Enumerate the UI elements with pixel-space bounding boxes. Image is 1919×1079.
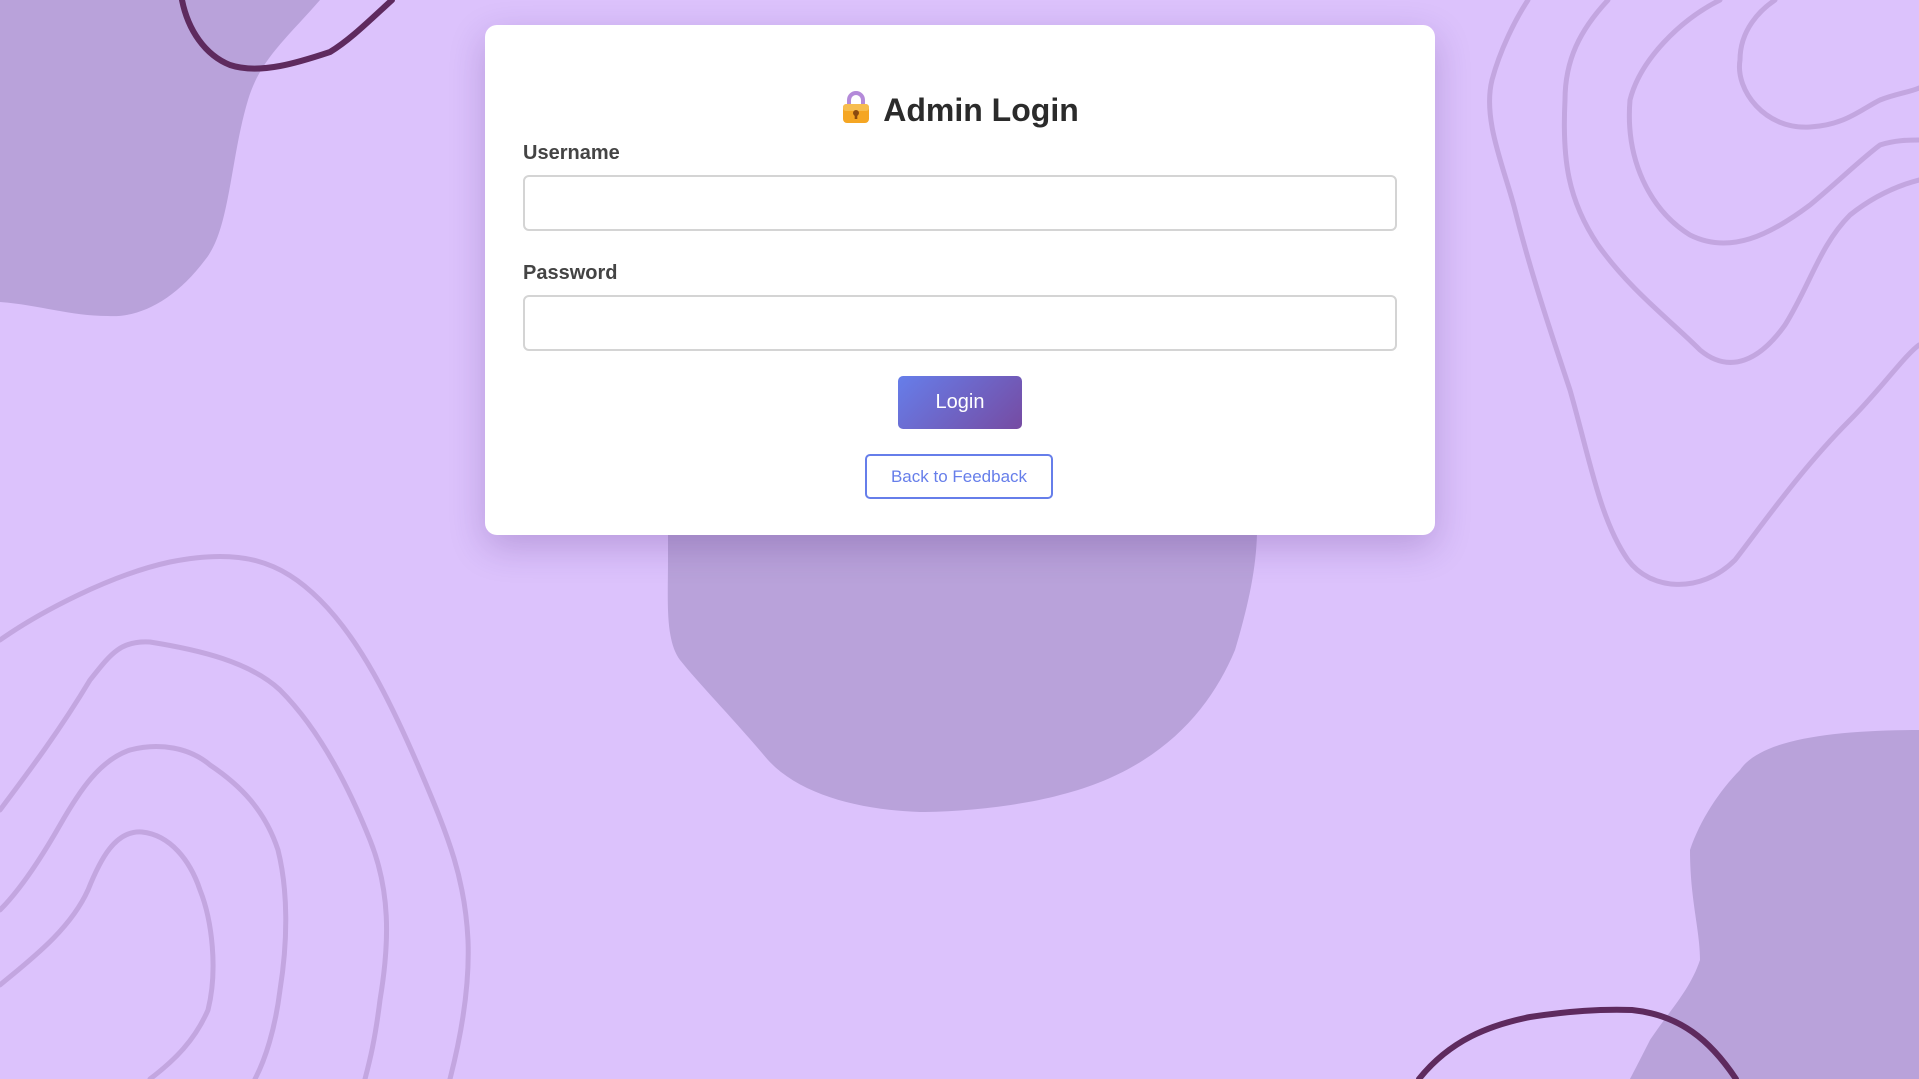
background-blob-top-left bbox=[0, 0, 320, 317]
back-to-feedback-button[interactable]: Back to Feedback bbox=[865, 454, 1053, 499]
background-blob-center bbox=[667, 520, 1258, 812]
background-blob-bottom-right bbox=[1630, 730, 1919, 1079]
username-input[interactable] bbox=[523, 175, 1397, 231]
password-input[interactable] bbox=[523, 295, 1397, 351]
login-card: Admin Login Username Password Login Back… bbox=[485, 25, 1435, 535]
page-title: Admin Login bbox=[485, 90, 1435, 130]
lock-icon bbox=[841, 90, 871, 124]
username-label: Username bbox=[523, 142, 620, 164]
login-button[interactable]: Login bbox=[898, 376, 1022, 429]
page-title-text: Admin Login bbox=[883, 92, 1079, 128]
password-label: Password bbox=[523, 262, 618, 284]
